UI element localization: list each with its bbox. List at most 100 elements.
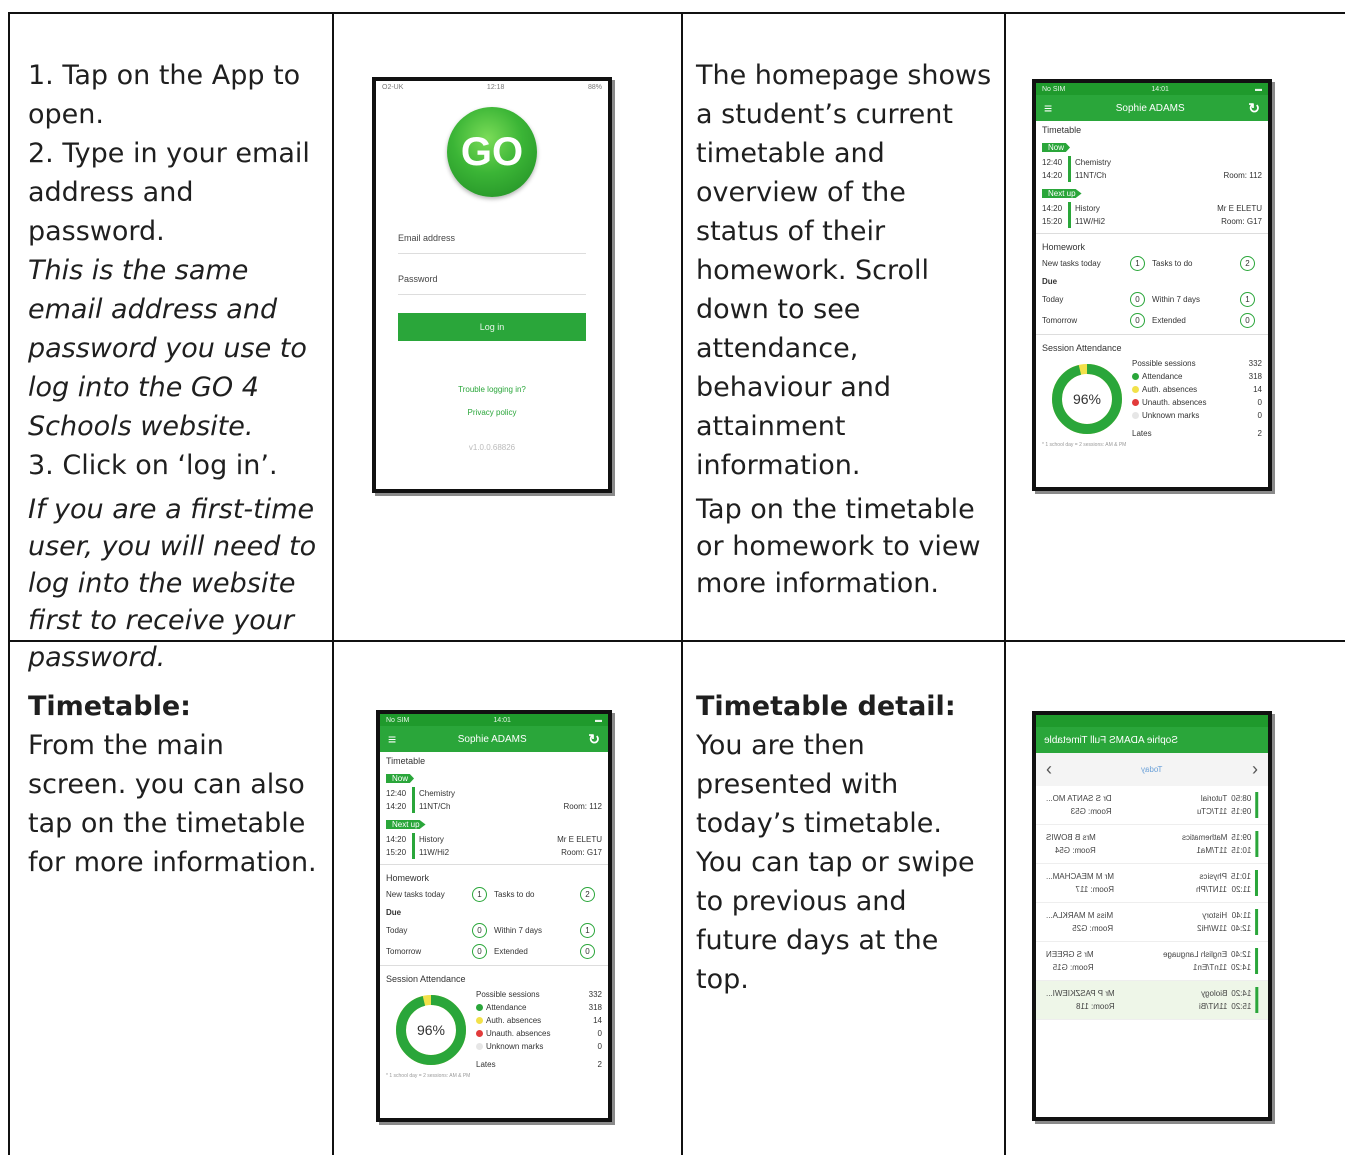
possible-value: 332 [588,990,602,999]
footnote: * 1 school day = 2 sessions: AM & PM [1042,442,1127,448]
possible-label: Possible sessions [476,990,540,999]
lates-value: 2 [1257,429,1262,438]
timetable-row[interactable]: Dr S SANTA MO... Room: G53 08:50 09:15 Tutor… [1036,786,1268,825]
day-label[interactable]: Today [1141,765,1162,774]
timetable-section-title[interactable]: Timetable [1036,121,1268,137]
today-label: Today [386,926,408,935]
extended-count: 0 [1240,313,1255,328]
group: 11T/CTu [1196,807,1227,816]
room: Room: 118 [1076,1002,1115,1011]
homework-summary[interactable]: New tasks today 1 Tasks to do 2 Due Today 0… [1036,254,1268,330]
possible-label: Possible sessions [1132,359,1196,368]
subject: Chemistry [419,789,456,798]
same-credentials-note: This is the same email address and passw… [28,255,307,442]
group: 11nT/En1 [1192,963,1227,972]
column-divider-3 [1004,12,1006,1155]
new-tasks-label: New tasks today [386,890,445,899]
timetable-row[interactable]: Mrs B BOWIS Room: G54 09:15 10:15 Mathematic… [1036,825,1268,864]
timetable-section-title[interactable]: Timetable [380,752,608,768]
login-button[interactable]: Log in [398,313,586,341]
email-field[interactable]: Email address [398,233,586,254]
user-name: Sophie ADAMS [457,733,527,745]
auth-label: Auth. absences [486,1016,542,1025]
now-lesson[interactable]: 12:40 14:20 Chemistry 11NT/Ch Room: 112 [380,786,608,814]
homework-summary[interactable]: New tasks today 1 Tasks to do 2 Due Today 0… [380,885,608,961]
lesson-teacher-room: Mrs B BOWIS Room: G54 [1046,831,1096,857]
table-top-border [8,12,1345,14]
room: Room: 117 [1075,885,1114,894]
step-3-text: 3. Click on ‘log in’. [28,450,278,481]
lates-value: 2 [597,1060,602,1069]
unauth-value: 0 [1257,398,1262,407]
start-time: 12:40 [1042,158,1063,167]
detail-header-title: Sophie ADAMS Full Timetable [1044,734,1178,746]
refresh-icon[interactable]: ↻ [588,731,600,748]
divider [1036,334,1268,335]
lesson-time-subject: 09:15 10:15 Mathematics 11T/Ma1 [1181,831,1258,857]
next-day-icon[interactable]: › [1252,759,1258,780]
timetable-row[interactable]: Mr P PASZKIEWI... Room: 118 14:20 15:20 Biol… [1036,981,1268,1020]
timetable-row[interactable]: Mr S GREEN Room: G15 12:40 14:20 English Lan… [1036,942,1268,981]
unknown-value: 0 [597,1042,602,1051]
teacher: Mr P PASZKIEWI... [1046,989,1115,998]
timetable-row[interactable]: Miss M MARKLA... Room: G25 11:40 12:40 Histo… [1036,903,1268,942]
unauth-label: Unauth. absences [1142,398,1207,407]
homework-section-title[interactable]: Homework [1036,238,1268,254]
subject: Mathematics [1181,833,1227,842]
timetable-paragraph: From the main screen. you can also tap o… [28,730,317,878]
attendance-dot [1132,373,1139,381]
privacy-policy-link[interactable]: Privacy policy [376,408,608,417]
start-time: 12:40 [1230,950,1251,959]
start-time: 09:15 [1230,833,1251,842]
refresh-icon[interactable]: ↻ [1248,100,1260,117]
previous-day-icon[interactable]: ‹ [1046,759,1052,780]
end-time: 14:20 [1230,963,1251,972]
attendance-section-title[interactable]: Session Attendance [380,970,608,986]
column-divider-2 [681,12,683,1155]
auth-value: 14 [593,1016,602,1025]
status-time: 12:18 [486,83,505,91]
timetable-list: Dr S SANTA MO... Room: G53 08:50 09:15 Tutor… [1036,786,1268,1020]
timetable-screenshot: No SIM 14:01 ▬ ≡ Sophie ADAMS ↻ Timetabl… [376,710,612,1122]
tomorrow-count: 0 [1130,313,1145,328]
login-screenshot: O2-UK 12:18 88% GO Email address Passwor… [372,77,612,493]
status-bar [1036,715,1268,727]
now-lesson[interactable]: 12:40 14:20 Chemistry 11NT/Ch Room: 112 [1036,155,1268,183]
subject: Physics [1199,872,1227,881]
homepage-paragraph: The homepage shows a student’s current t… [696,60,992,481]
group: 11W/Hi2 [1075,217,1106,226]
footnote: * 1 school day = 2 sessions: AM & PM [386,1073,471,1079]
tasks-todo-label: Tasks to do [494,890,535,899]
subject: Biology [1200,989,1227,998]
menu-icon[interactable]: ≡ [1044,100,1052,116]
timetable-row[interactable]: Mr M MEACHAM... Room: 117 10:15 11:20 Physic… [1036,864,1268,903]
lesson-time-subject: 14:20 15:20 Biology 11NT/Bi [1198,987,1258,1013]
teacher: Mr S GREEN [1046,950,1094,959]
lesson-teacher-room: Miss M MARKLA... Room: G25 [1046,909,1113,935]
auth-label: Auth. absences [1142,385,1198,394]
menu-icon[interactable]: ≡ [388,731,396,747]
end-time: 15:20 [386,848,407,857]
room: Room: G17 [561,848,602,857]
column-divider-1 [332,12,334,1155]
within7-label: Within 7 days [1152,295,1201,304]
next-lesson[interactable]: 14:20 15:20 History 11W/Hi2 Mr E ELETU Room… [380,832,608,860]
go-logo: GO [447,107,537,197]
attendance-section-title[interactable]: Session Attendance [1036,339,1268,355]
homework-section-title[interactable]: Homework [380,869,608,885]
room: Room: 112 [1223,171,1262,180]
attendance-label: Attendance [486,1003,527,1012]
tasks-todo-count: 2 [580,887,595,902]
next-lesson[interactable]: 14:20 15:20 History 11W/Hi2 Mr E ELETU Room… [1036,201,1268,229]
end-time: 11:20 [1231,885,1251,894]
group: 11NT/Ch [1075,171,1107,180]
divider [1036,233,1268,234]
trouble-logging-link[interactable]: Trouble logging in? [376,385,608,394]
homepage-screenshot: No SIM 14:01 ▬ ≡ Sophie ADAMS ↻ Timetabl… [1032,79,1272,491]
lesson-time-subject: 12:40 14:20 English Language 11nT/En1 [1162,948,1258,974]
next-up-badge: Next up [1042,189,1082,198]
password-field[interactable]: Password [398,274,586,295]
app-header: ≡ Sophie ADAMS ↻ [380,726,608,752]
subject: Chemistry [1075,158,1112,167]
unknown-label: Unknown marks [1142,411,1200,420]
